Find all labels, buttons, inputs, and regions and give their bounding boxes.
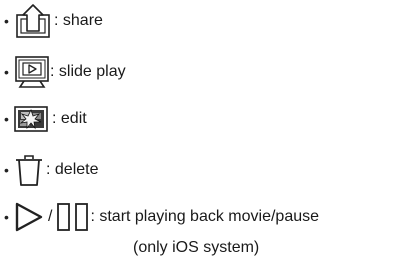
bullet: • (4, 209, 9, 225)
share-label: : share (54, 12, 103, 29)
delete-icon (14, 153, 44, 187)
list-item-delete: • : delete (4, 153, 98, 187)
slide-play-icon (14, 54, 50, 90)
play-icon (14, 201, 44, 233)
separator: / (48, 208, 53, 225)
ios-only-note: (only iOS system) (133, 239, 260, 256)
bullet: • (4, 13, 9, 29)
delete-label: : delete (46, 161, 99, 178)
bullet: • (4, 111, 9, 127)
list-item-play-pause: • / : start playing back movie/pause (4, 201, 319, 233)
edit-icon (14, 106, 48, 132)
slide-play-label: : slide play (50, 63, 126, 80)
play-pause-label: : start playing back movie/pause (90, 208, 320, 225)
list-item-edit: • : edit (4, 106, 87, 132)
bullet: • (4, 162, 9, 178)
bullet: • (4, 64, 9, 80)
edit-label: : edit (52, 110, 87, 127)
list-item-share: • : share (4, 3, 103, 39)
pause-icon (56, 202, 90, 232)
list-item-slide-play: • : slide play (4, 54, 126, 90)
share-icon (14, 3, 52, 39)
